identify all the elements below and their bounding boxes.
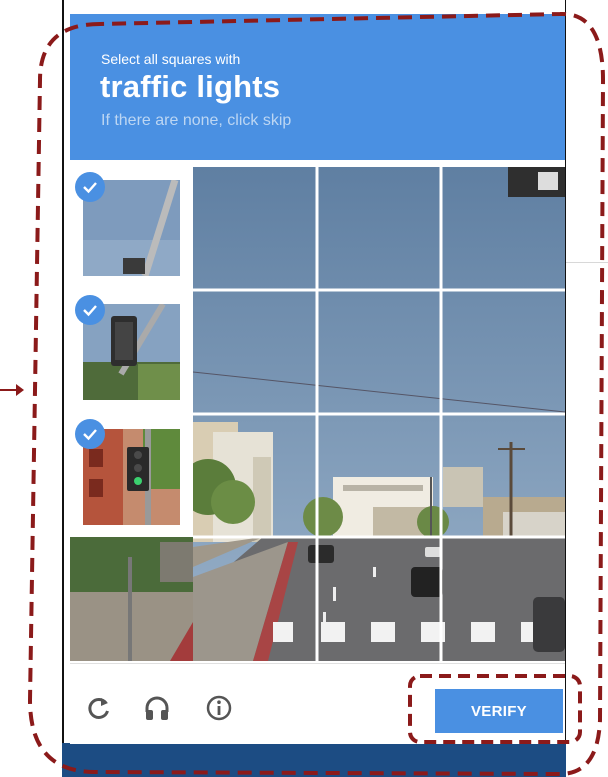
grid-tile-r2c1[interactable]	[193, 290, 317, 414]
grid-tile-r2c2[interactable]	[317, 290, 441, 414]
info-icon[interactable]	[205, 694, 233, 722]
grid-tile-r4c3[interactable]	[441, 537, 565, 661]
selected-check-icon	[75, 172, 105, 202]
hint-text: If there are none, click skip	[101, 112, 292, 129]
grid-tile-r2c3[interactable]	[441, 290, 565, 414]
example-images-column	[70, 167, 190, 537]
grid-tile-r4c2[interactable]	[317, 537, 441, 661]
grid-tile-r1c2[interactable]	[317, 167, 441, 290]
captcha-header: Select all squares with traffic lights I…	[70, 14, 565, 160]
grid-tile-r4c1[interactable]	[193, 537, 317, 661]
target-object-text: traffic lights	[100, 69, 281, 104]
grid-tile-r1c1[interactable]	[193, 167, 317, 290]
grid-tile-r3c1[interactable]	[193, 414, 317, 537]
street-image-left-strip	[70, 537, 193, 661]
grid-tile-r3c2[interactable]	[317, 414, 441, 537]
grid-tile-r1c3[interactable]	[441, 167, 565, 290]
grid-tile-r3c3[interactable]	[441, 414, 565, 537]
instruction-text: Select all squares with	[101, 51, 241, 67]
page-divider	[566, 262, 608, 263]
captcha-image-grid	[193, 167, 565, 661]
headphones-icon[interactable]	[143, 694, 171, 722]
selected-check-icon	[75, 295, 105, 325]
selected-check-icon	[75, 419, 105, 449]
page-background	[565, 40, 608, 777]
verify-button[interactable]: VERIFY	[435, 689, 563, 733]
reload-icon[interactable]	[85, 694, 113, 722]
frame-bottom-bar	[62, 743, 566, 777]
